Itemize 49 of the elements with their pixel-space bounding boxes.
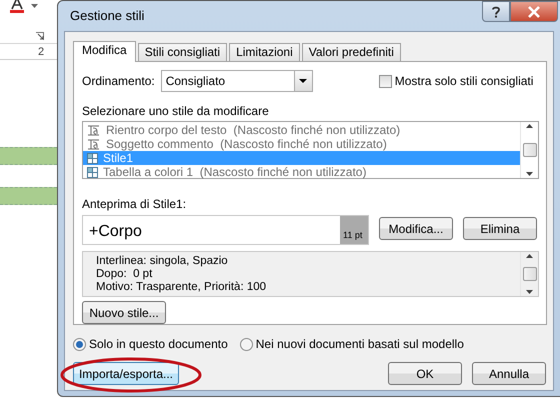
paragraph-style-icon — [87, 138, 101, 150]
scroll-up-icon[interactable] — [526, 124, 533, 128]
radio-button[interactable] — [73, 338, 86, 350]
list-item[interactable]: Soggetto commento (Nascosto finché non utilizzato) — [83, 137, 520, 151]
style-button[interactable]: Elimina — [463, 217, 537, 240]
style-button[interactable]: Modifica... — [379, 217, 453, 240]
dropdown-arrow-icon — [299, 79, 308, 83]
font-size-label: 11 pt — [340, 216, 368, 244]
checkbox-label: Mostra solo stili consigliati — [394, 73, 534, 90]
radio-button[interactable] — [240, 338, 253, 350]
table-style-icon — [87, 166, 98, 178]
checkbox[interactable] — [378, 74, 392, 88]
style-list[interactable]: Rientro corpo del testo (Nascosto finché non utilizzato) Soggetto commento (Nascosto finché non utilizzato) Stile1 Tabella a colori 1 (Nascosto finché non utilizzato) — [82, 121, 539, 179]
import-export-button[interactable]: Importa/esporta... — [73, 362, 179, 385]
description-line: Motivo: Trasparente, Priorità: 100 — [96, 281, 268, 294]
preview-text: +Corpo — [88, 222, 142, 242]
help-icon — [492, 6, 500, 18]
dialog-button[interactable]: OK — [388, 362, 462, 385]
scroll-down-icon[interactable] — [526, 172, 533, 176]
tab[interactable]: Limitazioni — [229, 43, 300, 61]
new-style-button[interactable]: Nuovo stile... — [82, 301, 166, 324]
radio-label: Nei nuovi documenti basati sul modello — [256, 336, 464, 353]
description-line: Dopo: 0 pt — [96, 268, 154, 281]
close-icon — [527, 6, 541, 18]
sort-dropdown[interactable]: Consigliato — [160, 70, 313, 92]
sort-label: Ordinamento: — [82, 73, 155, 90]
description-line: Interlinea: singola, Spazio — [96, 255, 229, 268]
ruler-number: 2 — [38, 46, 44, 58]
scrollbar[interactable] — [520, 122, 538, 178]
dropdown-icon[interactable] — [31, 4, 38, 8]
help-button[interactable] — [482, 1, 510, 22]
paragraph-style-icon — [87, 124, 101, 136]
list-label: Selezionare uno stile da modificare — [82, 103, 270, 120]
list-item[interactable]: Rientro corpo del testo (Nascosto finché non utilizzato) — [83, 123, 520, 137]
tab[interactable]: Stili consigliati — [138, 43, 228, 61]
list-item[interactable]: Tabella a colori 1 (Nascosto finché non utilizzato) — [83, 165, 520, 179]
close-button[interactable] — [510, 1, 558, 22]
table-style-icon — [87, 152, 98, 164]
scrollbar[interactable] — [520, 252, 538, 296]
tab[interactable]: Valori predefiniti — [302, 43, 401, 61]
scroll-down-icon[interactable] — [526, 290, 533, 294]
window-title: Gestione stili — [70, 7, 144, 26]
dialog-launcher-icon[interactable] — [36, 32, 44, 40]
font-color-icon[interactable] — [9, 0, 25, 14]
dialog-button[interactable]: Annulla — [472, 362, 546, 385]
preview-label: Anteprima di Stile1: — [82, 196, 188, 213]
radio-label: Solo in questo documento — [89, 336, 228, 353]
tab[interactable]: Modifica — [73, 41, 136, 62]
scroll-up-icon[interactable] — [526, 254, 533, 258]
